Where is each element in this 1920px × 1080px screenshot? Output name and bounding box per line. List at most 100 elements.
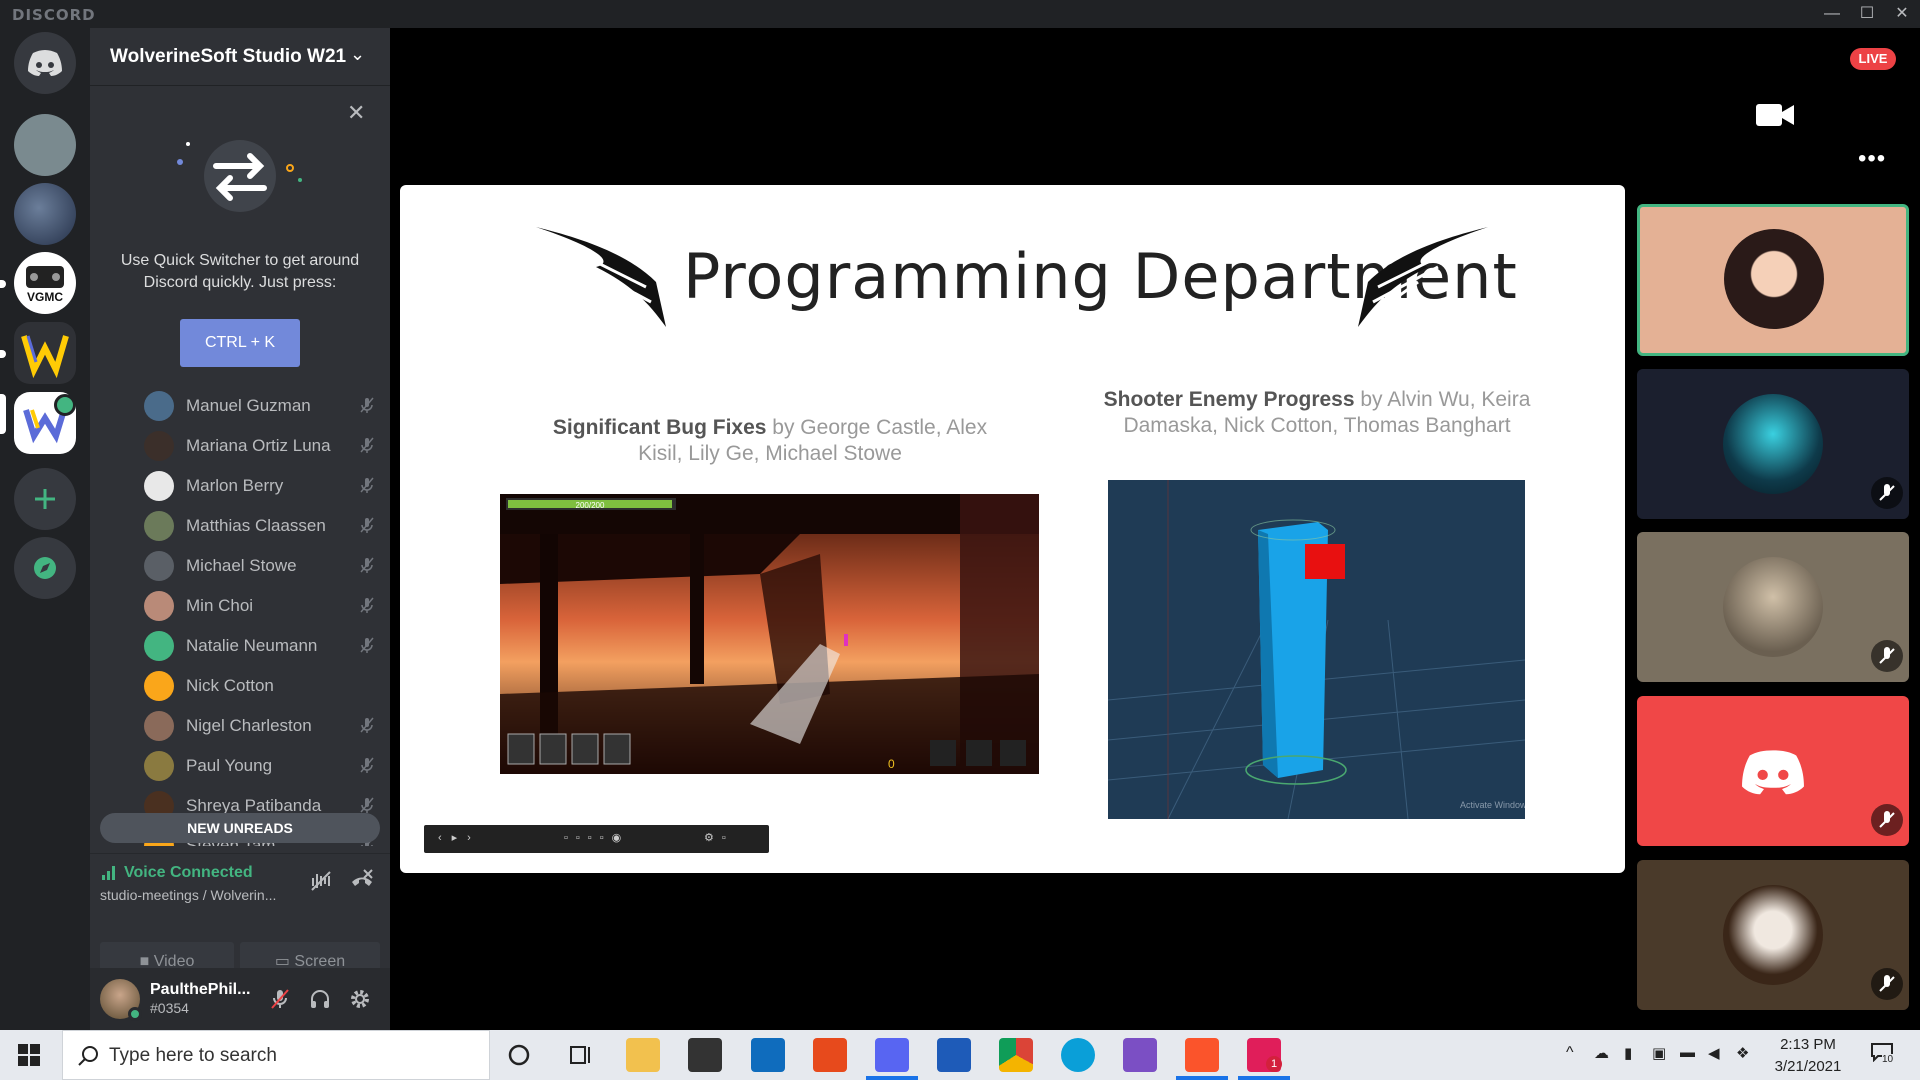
chevron-up-icon[interactable]: ^	[1566, 1044, 1574, 1062]
system-clock[interactable]: 2:13 PM 3/21/2021	[1760, 1034, 1856, 1078]
chrome-icon[interactable]	[999, 1038, 1033, 1072]
guild-header[interactable]: WolverineSoft Studio W21 ⌄	[90, 28, 390, 86]
gear-icon[interactable]	[348, 987, 372, 1011]
avatar	[144, 431, 174, 461]
network-icon[interactable]: ▣	[1652, 1044, 1666, 1062]
voice-member[interactable]: Paul Young	[144, 748, 384, 782]
discord-icon	[28, 50, 62, 76]
avatar	[144, 751, 174, 781]
mail-icon[interactable]	[751, 1038, 785, 1072]
quick-switcher-shortcut-button[interactable]: CTRL + K	[180, 319, 300, 367]
search-placeholder: Type here to search	[109, 1045, 277, 1066]
voice-member[interactable]: Min Choi	[144, 588, 384, 622]
participant-tile-speaking[interactable]	[1637, 204, 1909, 356]
wing-left-icon	[536, 227, 666, 327]
cortana-icon[interactable]	[502, 1038, 536, 1072]
server-icon-2[interactable]	[14, 183, 76, 245]
close-icon[interactable]: ✕	[347, 100, 365, 126]
task-view-icon[interactable]	[563, 1038, 597, 1072]
voice-member[interactable]: Mariana Ortiz Luna	[144, 428, 384, 462]
notification-center-icon[interactable]: 10	[1870, 1042, 1898, 1068]
home-button[interactable]	[14, 32, 76, 94]
server-icon-w[interactable]	[14, 322, 76, 384]
toolbar-tools-icons: ▫▫▫▫◉	[564, 832, 630, 844]
search-icon	[78, 1046, 98, 1066]
voice-member[interactable]: Nigel Charleston	[144, 708, 384, 742]
taskbar-search[interactable]: Type here to search	[62, 1030, 490, 1080]
right-caption-title: Shooter Enemy Progress	[1103, 388, 1355, 411]
participant-tile[interactable]	[1637, 369, 1909, 519]
voice-member-name: Nick Cotton	[186, 676, 274, 695]
mic-muted-icon[interactable]	[268, 987, 292, 1011]
server-icon-vgmc[interactable]: VGMC	[14, 252, 76, 314]
user-panel: PaulthePhil... #0354	[90, 968, 390, 1030]
voice-member-name: Matthias Claassen	[186, 516, 326, 535]
participant-tile[interactable]	[1637, 532, 1909, 682]
headphones-icon[interactable]	[308, 987, 332, 1011]
dropbox-icon[interactable]: ❖	[1736, 1044, 1749, 1062]
mic-muted-icon	[360, 797, 374, 813]
battery-icon[interactable]: ▬	[1680, 1044, 1695, 1061]
mic-muted-icon	[360, 477, 374, 493]
voice-member[interactable]: Nick Cotton	[144, 668, 384, 702]
windows-start-icon[interactable]	[18, 1044, 40, 1066]
voice-member[interactable]: Matthias Claassen	[144, 508, 384, 542]
add-server-button[interactable]	[14, 468, 76, 530]
new-unreads-button[interactable]: NEW UNREADS	[100, 813, 380, 843]
explore-button[interactable]	[14, 537, 76, 599]
app-logo: DISCORD	[12, 6, 96, 24]
mic-muted-icon	[1871, 640, 1903, 672]
user-tag: #0354	[150, 1000, 189, 1016]
avatar	[144, 471, 174, 501]
mic-muted-icon	[360, 597, 374, 613]
compass-icon	[34, 557, 56, 579]
visual-studio-icon[interactable]	[1123, 1038, 1157, 1072]
noise-suppression-icon[interactable]	[308, 868, 334, 894]
wing-right-icon	[1358, 227, 1488, 327]
participant-tile[interactable]	[1637, 860, 1909, 1010]
more-options-icon[interactable]: •••	[1858, 147, 1886, 171]
voice-member[interactable]: Natalie Neumann	[144, 628, 384, 662]
enemy-model-image: Activate Windows	[1108, 480, 1525, 819]
participant-avatar	[1723, 557, 1823, 657]
onedrive-icon[interactable]: ☁	[1594, 1044, 1609, 1062]
microphone-icon[interactable]: ▮	[1624, 1044, 1632, 1062]
wolverinesoft-logo-icon	[21, 335, 69, 379]
left-caption-title: Significant Bug Fixes	[552, 416, 767, 439]
voice-member-name: Natalie Neumann	[186, 636, 318, 655]
edge-icon[interactable]	[1061, 1038, 1095, 1072]
username: PaulthePhil...	[150, 981, 251, 998]
discord-taskbar-icon[interactable]	[875, 1038, 909, 1072]
participant-tile[interactable]	[1637, 696, 1909, 846]
disconnect-icon[interactable]	[348, 866, 376, 894]
guild-name: WolverineSoft Studio W21	[110, 46, 347, 67]
quick-switcher-tip: ✕ Use Quick Switcher to get around Disco…	[90, 86, 390, 386]
close-button[interactable]: ✕	[1888, 2, 1916, 26]
word-icon[interactable]	[937, 1038, 971, 1072]
presenter-toolbar[interactable]: ‹▸› ▫▫▫▫◉ ⚙▫	[424, 825, 769, 853]
file-explorer-icon[interactable]	[626, 1038, 660, 1072]
volume-icon[interactable]: ◀	[1708, 1044, 1720, 1062]
avatar	[144, 551, 174, 581]
toolbar-settings-icons: ⚙▫	[704, 832, 734, 844]
voice-member-name: Michael Stowe	[186, 556, 297, 575]
notification-count: 10	[1882, 1054, 1894, 1065]
minimize-button[interactable]: —	[1818, 2, 1846, 26]
channel-sidebar: WolverineSoft Studio W21 ⌄ ✕ Use Quick S…	[90, 28, 390, 1030]
voice-member[interactable]: Marlon Berry	[144, 468, 384, 502]
right-caption: Shooter Enemy Progress by Alvin Wu, Keir…	[1100, 387, 1534, 439]
voice-member[interactable]: Michael Stowe	[144, 548, 384, 582]
avatar	[144, 391, 174, 421]
server-icon-1[interactable]	[14, 114, 76, 176]
office-icon[interactable]	[813, 1038, 847, 1072]
avatar	[144, 671, 174, 701]
store-icon[interactable]	[688, 1038, 722, 1072]
discord-icon	[1742, 750, 1804, 795]
voice-status[interactable]: Voice Connected	[124, 864, 253, 882]
video-camera-icon[interactable]	[1754, 100, 1796, 130]
voice-member[interactable]: Manuel Guzman	[144, 388, 384, 422]
voice-member-name: Marlon Berry	[186, 476, 284, 495]
maximize-button[interactable]: ☐	[1853, 2, 1881, 26]
watermark-text: Activate Windows	[1460, 800, 1525, 810]
brave-icon[interactable]	[1185, 1038, 1219, 1072]
